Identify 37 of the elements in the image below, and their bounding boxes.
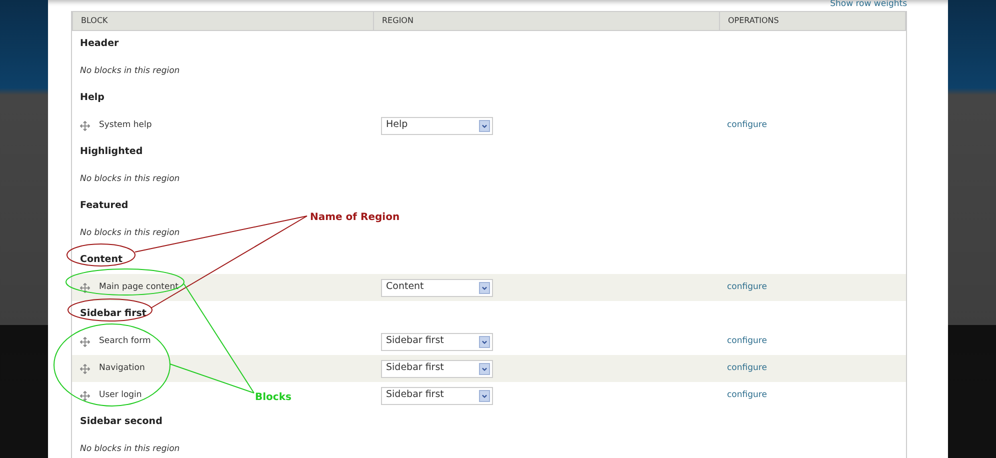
empty-region-message: No blocks in this region <box>80 65 180 78</box>
configure-link[interactable]: configure <box>727 281 767 294</box>
region-select[interactable]: Sidebar first <box>381 386 493 404</box>
region-heading: Featured <box>80 199 128 214</box>
drag-handle-icon[interactable] <box>80 390 90 400</box>
column-header: OPERATIONS <box>727 15 780 27</box>
block-name: Main page content <box>99 281 178 294</box>
column-header: BLOCK <box>73 12 374 30</box>
region-select[interactable]: Help <box>381 116 493 134</box>
block-name: Search form <box>99 335 151 348</box>
configure-link[interactable]: configure <box>727 389 767 402</box>
column-header: REGION <box>374 12 720 30</box>
region-heading: Help <box>80 91 104 106</box>
configure-link[interactable]: configure <box>727 362 767 375</box>
configure-link[interactable]: configure <box>727 335 767 348</box>
empty-region-message: No blocks in this region <box>80 443 180 456</box>
region-heading: Highlighted <box>80 145 143 160</box>
drag-handle-icon[interactable] <box>80 336 90 346</box>
empty-region-message: No blocks in this region <box>80 173 180 186</box>
region-select[interactable]: Sidebar first <box>381 332 493 350</box>
block-name: User login <box>99 389 142 402</box>
region-heading: Content <box>80 253 123 268</box>
configure-link[interactable]: configure <box>727 119 767 132</box>
empty-region-message: No blocks in this region <box>80 227 180 240</box>
drag-handle-icon[interactable] <box>80 364 90 374</box>
region-select[interactable]: Sidebar first <box>381 360 493 378</box>
annotation-label: Blocks <box>255 392 292 403</box>
annotation-label: Name of Region <box>310 212 400 223</box>
drag-handle-icon[interactable] <box>80 120 90 130</box>
region-heading: Sidebar second <box>80 415 162 430</box>
region-select[interactable]: Content <box>381 278 493 296</box>
drag-handle-icon[interactable] <box>80 282 90 292</box>
block-name: Navigation <box>99 362 145 375</box>
annotation-ellipse <box>66 244 136 266</box>
block-name: System help <box>99 119 152 132</box>
region-heading: Sidebar first <box>80 307 146 322</box>
region-heading: Header <box>80 37 119 52</box>
